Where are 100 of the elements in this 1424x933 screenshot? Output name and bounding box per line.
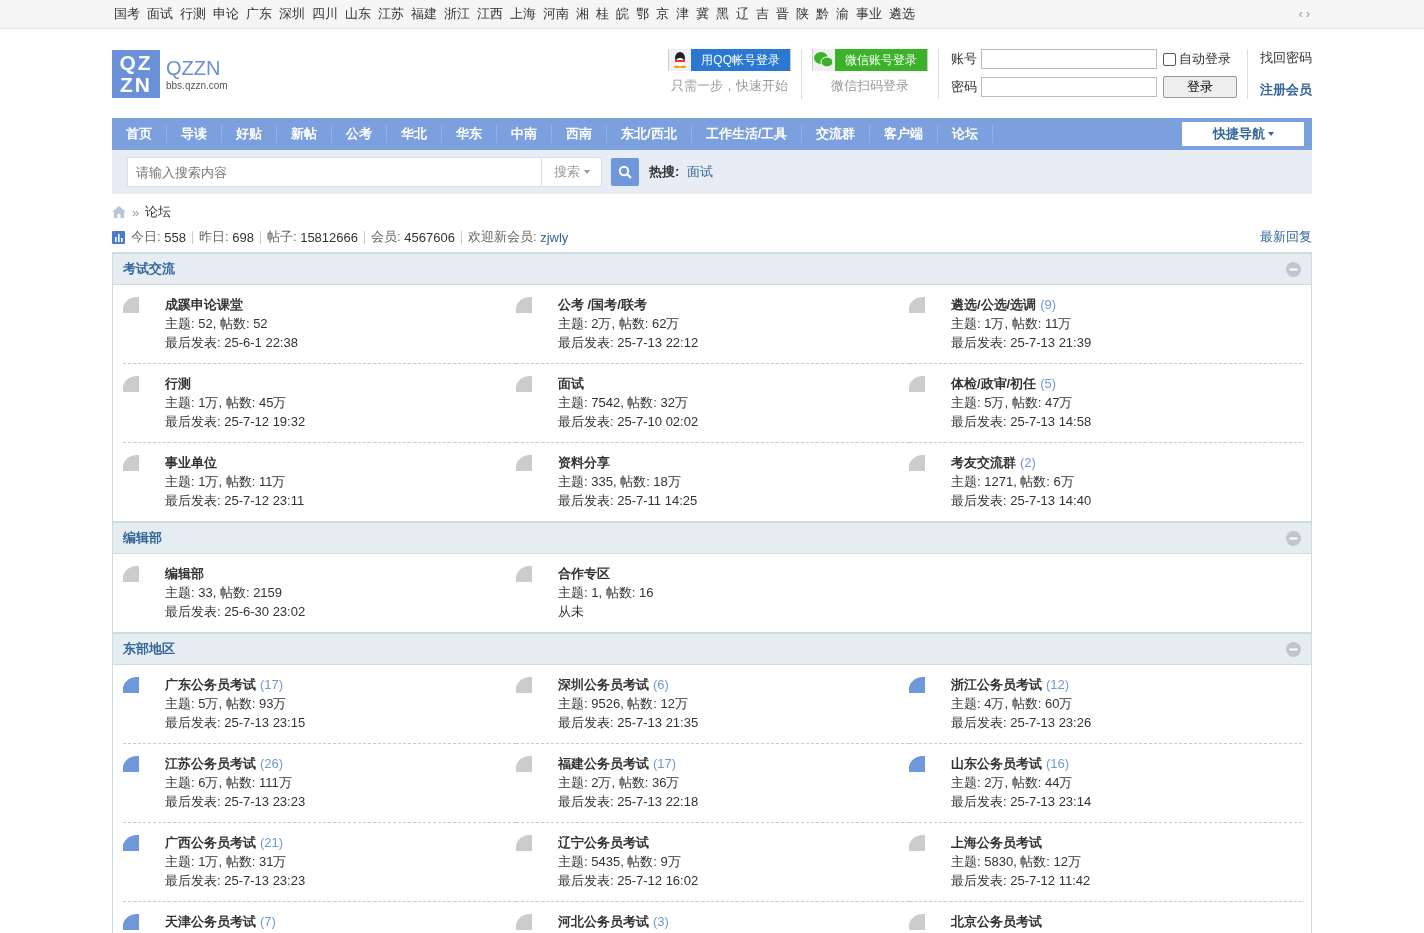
section-title[interactable]: 考试交流: [123, 260, 175, 278]
top-link[interactable]: 吉: [756, 5, 769, 23]
forum-stats: 主题: 5435, 帖数: 9万: [558, 853, 682, 871]
forum-name[interactable]: 公考 /国考/联考: [558, 295, 647, 314]
top-link[interactable]: 黔: [816, 5, 829, 23]
top-link[interactable]: 事业: [856, 5, 882, 23]
top-link[interactable]: 京: [656, 5, 669, 23]
top-link[interactable]: 国考: [114, 5, 140, 23]
breadcrumb-separator: »: [132, 204, 140, 220]
top-link[interactable]: 面试: [147, 5, 173, 23]
forum-stats: 主题: 1万, 帖数: 31万: [165, 853, 288, 871]
password-label: 密码: [951, 77, 977, 96]
collapse-icon[interactable]: [1286, 261, 1301, 277]
collapse-icon[interactable]: [1286, 641, 1301, 657]
forum-name[interactable]: 行测: [165, 374, 191, 393]
forum-name[interactable]: 考友交流群: [951, 453, 1016, 472]
forum-stats: 主题: 2万, 帖数: 44万: [951, 774, 1074, 792]
latest-replies-link[interactable]: 最新回复: [1260, 228, 1312, 246]
hot-search-link[interactable]: 面试: [687, 163, 714, 181]
top-link[interactable]: 辽: [736, 5, 749, 23]
top-link[interactable]: 江西: [477, 5, 503, 23]
collapse-icon[interactable]: [1286, 530, 1301, 546]
top-link[interactable]: 广东: [246, 5, 272, 23]
forum-name[interactable]: 深圳公务员考试: [558, 675, 649, 694]
forum-stats: 主题: 1271, 帖数: 6万: [951, 473, 1075, 491]
last-post: 最后发表: 25-7-13 23:23: [165, 872, 306, 890]
forum-name[interactable]: 资料分享: [558, 453, 610, 472]
top-link[interactable]: 上海: [510, 5, 536, 23]
auto-login-checkbox[interactable]: 自动登录: [1161, 50, 1237, 69]
last-post: 最后发表: 25-7-12 23:11: [165, 492, 305, 510]
forum-name[interactable]: 天津公务员考试: [165, 912, 256, 931]
top-link[interactable]: 湘: [576, 5, 589, 23]
forum-name[interactable]: 上海公务员考试: [951, 833, 1042, 852]
new-post-count: (26): [260, 755, 284, 773]
forum-name[interactable]: 面试: [558, 374, 584, 393]
forum-stats: 主题: 1万, 帖数: 45万: [165, 394, 288, 412]
new-post-count: (17): [653, 755, 677, 773]
top-link[interactable]: 深圳: [279, 5, 305, 23]
top-link[interactable]: 浙江: [444, 5, 470, 23]
last-post: 最后发表: 25-7-13 23:14: [951, 793, 1092, 811]
last-post: 最后发表: 25-7-12 16:02: [558, 872, 699, 890]
password-field[interactable]: [981, 76, 1157, 97]
forum-name[interactable]: 北京公务员考试: [951, 912, 1042, 931]
penguin-icon: [673, 51, 688, 68]
forum-name[interactable]: 编辑部: [165, 564, 204, 583]
top-link[interactable]: 四川: [312, 5, 338, 23]
forum-name[interactable]: 山东公务员考试: [951, 754, 1042, 773]
forum-name[interactable]: 广东公务员考试: [165, 675, 256, 694]
forum-stats: 主题: 6万, 帖数: 111万: [165, 774, 293, 792]
qq-login-button[interactable]: 用QQ帐号登录: [668, 48, 791, 71]
forum-name[interactable]: 福建公务员考试: [558, 754, 649, 773]
home-icon[interactable]: [112, 206, 126, 218]
forum-name[interactable]: 遴选/公选/选调: [951, 295, 1037, 314]
quick-nav-button[interactable]: 快捷导航: [1182, 122, 1304, 146]
top-link[interactable]: 陕: [796, 5, 809, 23]
forum-name[interactable]: 浙江公务员考试: [951, 675, 1042, 694]
top-link[interactable]: 渝: [836, 5, 849, 23]
top-link[interactable]: 申论: [213, 5, 239, 23]
forum-name[interactable]: 河北公务员考试: [558, 912, 649, 931]
forum-name[interactable]: 辽宁公务员考试: [558, 833, 649, 852]
forum-name[interactable]: 江苏公务员考试: [165, 754, 256, 773]
top-link[interactable]: 山东: [345, 5, 371, 23]
search-button[interactable]: [611, 158, 639, 186]
account-field[interactable]: [981, 49, 1157, 70]
top-link[interactable]: 津: [676, 5, 689, 23]
top-link[interactable]: 桂: [596, 5, 609, 23]
top-link[interactable]: 遴选: [889, 5, 915, 23]
new-post-count: (5): [1040, 375, 1057, 393]
hot-search-label: 热搜:: [649, 163, 680, 181]
new-member-link[interactable]: zjwly: [540, 229, 569, 245]
section-title[interactable]: 编辑部: [123, 529, 162, 547]
top-link[interactable]: 皖: [616, 5, 629, 23]
section-title[interactable]: 东部地区: [123, 640, 175, 658]
stat-label: 今日:: [131, 228, 161, 246]
top-link[interactable]: 福建: [411, 5, 437, 23]
top-link[interactable]: 行测: [180, 5, 206, 23]
register-link[interactable]: 注册会员: [1260, 80, 1312, 99]
forum-name[interactable]: 体检/政审/初任: [951, 374, 1037, 393]
last-post: 最后发表: 25-7-13 14:40: [951, 492, 1092, 510]
forgot-password-link[interactable]: 找回密码: [1260, 48, 1312, 67]
forum-name[interactable]: 合作专区: [558, 564, 610, 583]
last-post: 最后发表: 25-7-13 23:15: [165, 714, 306, 732]
forum-stats: 主题: 2万, 帖数: 36万: [558, 774, 681, 792]
top-link[interactable]: 江苏: [378, 5, 404, 23]
forum-stats: 主题: 2万, 帖数: 62万: [558, 315, 681, 333]
top-link[interactable]: 黑: [716, 5, 729, 23]
new-post-count: (6): [653, 676, 669, 694]
forum-name[interactable]: 事业单位: [165, 453, 217, 472]
breadcrumb-link[interactable]: 论坛: [145, 203, 172, 221]
login-button[interactable]: 登录: [1163, 75, 1237, 98]
account-label: 账号: [951, 50, 977, 69]
top-link[interactable]: 冀: [696, 5, 709, 23]
last-post: 最后发表: 25-7-13 23:26: [951, 714, 1092, 732]
forum-name[interactable]: 广西公务员考试: [165, 833, 256, 852]
top-link[interactable]: 河南: [543, 5, 569, 23]
new-post-count: (2): [1020, 454, 1036, 472]
top-link[interactable]: 晋: [776, 5, 789, 23]
last-post: 最后发表: 25-6-1 22:38: [165, 334, 298, 352]
top-link[interactable]: 鄂: [636, 5, 649, 23]
forum-name[interactable]: 成蹊申论课堂: [165, 295, 243, 314]
